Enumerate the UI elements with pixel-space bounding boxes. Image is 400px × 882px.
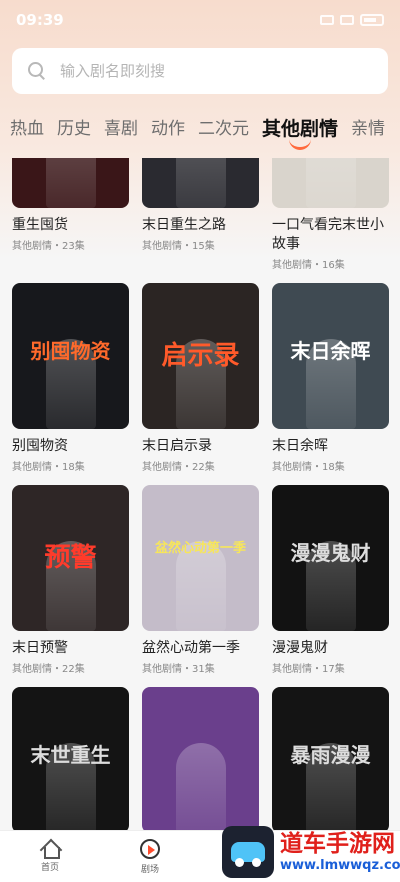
system-icons <box>320 14 384 26</box>
drama-meta: 其他剧情・16集 <box>272 260 345 271</box>
cover-title-art: 别囤物资 <box>30 339 111 363</box>
drama-cover[interactable]: 预警 <box>12 485 129 631</box>
character-figure <box>176 158 226 208</box>
drama-title[interactable]: 末日预警 <box>12 639 129 658</box>
cover-title-art: 末世重生 <box>30 743 111 767</box>
tab-4[interactable]: 二次元 <box>198 110 249 148</box>
signal-icon <box>320 15 334 25</box>
drama-grid-viewport: 重生囤货其他剧情・23集重生之路末日重生之路其他剧情・15集末世小故事一口气看完… <box>0 158 400 830</box>
home-icon <box>41 839 60 859</box>
drama-cover[interactable]: 重生之路 <box>142 158 259 208</box>
drama-card[interactable]: 启示录末日启示录其他剧情・22集 <box>142 283 259 473</box>
drama-card[interactable]: 末日余晖 末日余晖 其他剧情・18集 <box>272 283 389 473</box>
character-figure <box>306 158 356 208</box>
watermark-logo <box>222 826 274 878</box>
drama-meta: 其他剧情・17集 <box>272 664 345 675</box>
drama-card[interactable]: 末世重生 <box>12 687 129 830</box>
drama-cover[interactable]: 末日余晖 <box>272 283 389 429</box>
drama-meta: 其他剧情・23集 <box>12 241 85 252</box>
status-time: 09:39 <box>16 11 64 29</box>
cover-title-art: 盆然心动第一季 <box>154 541 246 556</box>
drama-card[interactable]: 暴雨漫漫 <box>272 687 389 830</box>
tab-3[interactable]: 动作 <box>151 110 185 148</box>
drama-card[interactable]: 盆然心动第一季 盆然心动第一季 其他剧情・31集 <box>142 485 259 675</box>
battery-icon <box>360 14 384 26</box>
car-icon <box>231 842 265 867</box>
drama-cover[interactable] <box>142 687 259 830</box>
drama-meta: 其他剧情・18集 <box>12 462 85 473</box>
drama-meta: 其他剧情・22集 <box>12 664 85 675</box>
drama-cover[interactable] <box>12 158 129 208</box>
drama-card[interactable]: 漫漫鬼财 漫漫鬼财 其他剧情・17集 <box>272 485 389 675</box>
nav-theater-label: 剧场 <box>140 865 159 875</box>
status-bar: 09:39 <box>0 0 400 40</box>
play-icon <box>140 839 160 859</box>
category-tabs: 热血 历史 喜剧 动作 二次元 其他剧情 亲情 <box>0 110 400 152</box>
drama-cover[interactable]: 盆然心动第一季 <box>142 485 259 631</box>
drama-cover[interactable]: 末世重生 <box>12 687 129 830</box>
tab-6[interactable]: 亲情 <box>351 110 385 148</box>
drama-card[interactable]: 重生囤货其他剧情・23集 <box>12 158 129 271</box>
nav-home[interactable]: 首页 <box>0 831 100 882</box>
drama-meta: 其他剧情・31集 <box>142 664 215 675</box>
nav-home-label: 首页 <box>40 863 59 873</box>
tab-1[interactable]: 历史 <box>57 110 91 148</box>
character-figure <box>46 158 96 208</box>
drama-title[interactable]: 一口气看完末世小故事 <box>272 216 389 254</box>
drama-card[interactable]: 别囤物资 别囤物资 其他剧情・18集 <box>12 283 129 473</box>
cover-title-art: 末日余晖 <box>290 339 371 363</box>
tab-2[interactable]: 喜剧 <box>104 110 138 148</box>
drama-title[interactable]: 末日余晖 <box>272 437 389 456</box>
drama-cover[interactable]: 别囤物资 <box>12 283 129 429</box>
drama-meta: 其他剧情・15集 <box>142 241 215 252</box>
drama-title[interactable]: 漫漫鬼财 <box>272 639 389 658</box>
tab-5[interactable]: 其他剧情 <box>262 110 338 148</box>
drama-cover[interactable]: 漫漫鬼财 <box>272 485 389 631</box>
cover-title-art: 暴雨漫漫 <box>290 743 371 767</box>
watermark-line1: 道车手游网 <box>280 831 395 857</box>
drama-cover[interactable]: 启示录 <box>142 283 259 429</box>
drama-meta: 其他剧情・18集 <box>272 462 345 473</box>
drama-title[interactable]: 别囤物资 <box>12 437 129 456</box>
tab-0[interactable]: 热血 <box>10 110 44 148</box>
search-icon <box>28 62 46 80</box>
search-input[interactable] <box>60 62 360 80</box>
character-figure <box>176 743 226 830</box>
drama-grid: 重生囤货其他剧情・23集重生之路末日重生之路其他剧情・15集末世小故事一口气看完… <box>12 158 392 830</box>
wifi-icon <box>340 15 354 25</box>
drama-card[interactable]: 重生之路末日重生之路其他剧情・15集 <box>142 158 259 271</box>
cover-title-art: 预警 <box>44 543 97 573</box>
drama-title[interactable]: 重生囤货 <box>12 216 129 235</box>
drama-title[interactable]: 末日重生之路 <box>142 216 259 235</box>
drama-meta: 其他剧情・22集 <box>142 462 215 473</box>
search-box[interactable] <box>12 48 388 94</box>
cover-title-art: 漫漫鬼财 <box>290 541 371 565</box>
drama-cover[interactable]: 末世小故事 <box>272 158 389 208</box>
cover-title-art: 启示录 <box>161 341 240 371</box>
nav-theater[interactable]: 剧场 <box>100 831 200 882</box>
drama-card[interactable]: 末世小故事一口气看完末世小故事其他剧情・16集 <box>272 158 389 271</box>
drama-card[interactable]: 预警末日预警其他剧情・22集 <box>12 485 129 675</box>
watermark: 道车手游网 www.lmwwqz.com <box>280 830 400 874</box>
drama-title[interactable]: 末日启示录 <box>142 437 259 456</box>
drama-card[interactable] <box>142 687 259 830</box>
drama-title[interactable]: 盆然心动第一季 <box>142 639 259 658</box>
watermark-line2: www.lmwwqz.com <box>280 858 400 873</box>
drama-cover[interactable]: 暴雨漫漫 <box>272 687 389 830</box>
